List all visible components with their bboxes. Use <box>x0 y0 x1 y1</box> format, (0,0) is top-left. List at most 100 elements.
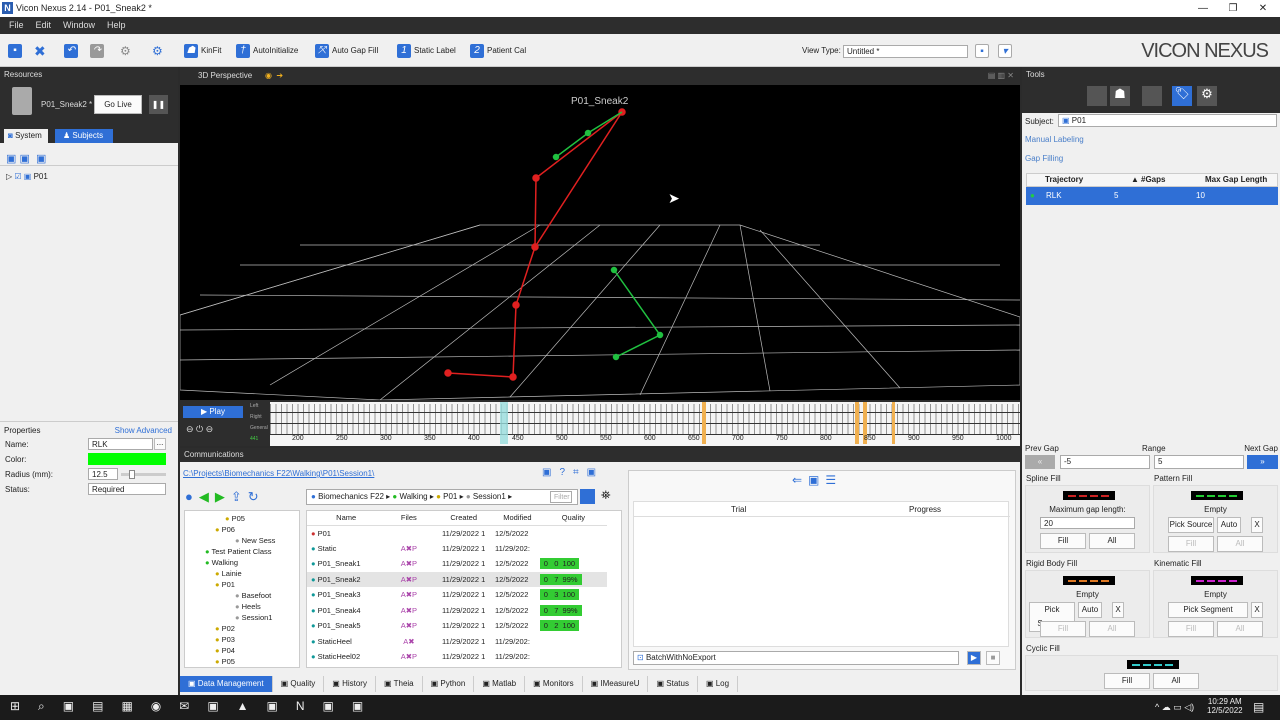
cyclic-fill-button[interactable]: Fill <box>1104 673 1150 689</box>
tab-data-management[interactable]: ▣ Data Management <box>180 676 273 692</box>
camera-icons[interactable]: ◉ ➔ <box>265 67 283 85</box>
subject-select[interactable]: ▣ P01 <box>1058 114 1277 127</box>
tree-node[interactable]: ● P03 <box>185 634 299 645</box>
column-header[interactable]: Files <box>385 511 432 525</box>
auto-gap-fill-button[interactable]: ⤧ Auto Gap Fill <box>315 43 378 59</box>
static-label-button[interactable]: 1 Static Label <box>397 43 456 59</box>
nav-buttons[interactable]: ●◀▶⇪↻ <box>185 489 265 505</box>
name-browse-button[interactable]: ... <box>154 438 166 450</box>
go-live-button[interactable]: Go Live <box>94 95 142 114</box>
project-path-link[interactable]: C:\Projects\Biomechanics F22\Walking\P01… <box>183 469 374 478</box>
tab-status[interactable]: ▣ Status <box>648 676 698 692</box>
color-swatch[interactable] <box>88 453 166 465</box>
rigid-clear-button[interactable]: X <box>1112 602 1124 618</box>
table-row[interactable]: ● P01_Sneak1 A✖P 11/29/2022 1 12/5/2022 0 0 … <box>307 556 607 572</box>
table-row[interactable]: ● Static A✖P 11/29/2022 1 11/29/202: <box>307 541 607 557</box>
notification-icon[interactable]: ▤ <box>1253 700 1264 714</box>
tray-icons[interactable]: ^ ☁ ▭ ◁) <box>1155 702 1194 713</box>
save-icon[interactable]: ▪ <box>8 43 22 59</box>
clock[interactable]: 10:29 AM 12/5/2022 <box>1207 697 1243 715</box>
next-gap-button[interactable]: » <box>1247 455 1278 469</box>
patient-cal-button[interactable]: 2 Patient Cal <box>470 43 526 59</box>
close-trial-icon[interactable]: ✖ <box>34 43 46 59</box>
trial-table[interactable]: Name Files Created Modified Quality ● P01 11/2… <box>306 510 622 668</box>
tree-node[interactable]: ● P01 <box>185 579 299 590</box>
reconstruct-icon[interactable]: ⚙ <box>120 43 131 59</box>
tree-node[interactable]: ● P05 <box>185 656 299 667</box>
redo-icon[interactable]: ↷ <box>90 43 104 59</box>
play-button[interactable]: ▶ Play <box>183 406 243 418</box>
run-pipeline-button[interactable]: ▶ <box>967 651 981 665</box>
batch-toolbar-icons[interactable]: ⇐▣☰ <box>792 473 842 487</box>
rigid-fill-button[interactable]: Fill <box>1040 621 1086 637</box>
tab-history[interactable]: ▣ History <box>324 676 376 692</box>
stop-pipeline-button[interactable]: ■ <box>986 651 1000 665</box>
column-header[interactable]: Created <box>432 511 495 525</box>
menu-edit[interactable]: Edit <box>36 20 52 30</box>
pipeline-select[interactable]: ⊡ BatchWithNoExport <box>633 651 959 665</box>
radius-field[interactable]: 12.5 <box>88 468 118 480</box>
view-options-icon[interactable]: ▾ <box>998 43 1012 59</box>
save-view-icon[interactable]: ▪ <box>975 43 989 59</box>
table-row[interactable]: ● StaticHeel02 A✖P 11/29/2022 1 11/29/202: <box>307 649 607 665</box>
kinematic-fill-button[interactable]: Fill <box>1168 621 1214 637</box>
max-gap-field[interactable]: 20 <box>1040 517 1135 529</box>
undo-icon[interactable]: ↶ <box>64 43 78 59</box>
tab-monitors[interactable]: ▣ Monitors <box>525 676 583 692</box>
minimize-button[interactable]: — <box>1188 0 1218 17</box>
tree-node[interactable]: ● Test Patient Class <box>185 546 299 557</box>
playback-controls[interactable]: ⊖ ⏻ ⊖ <box>186 424 213 435</box>
tree-node[interactable]: ● P04 <box>185 645 299 656</box>
tab-quality[interactable]: ▣ Quality <box>273 676 325 692</box>
tools-gear-icon[interactable]: ⚙ <box>1197 86 1217 106</box>
kinematic-clear-button[interactable]: X <box>1251 602 1263 618</box>
tree-node[interactable]: ● P06 <box>185 524 299 535</box>
subject-toolbar-icons[interactable]: ▣ ▣ ▣ <box>6 152 46 165</box>
pattern-all-button[interactable]: All <box>1217 536 1263 552</box>
table-row[interactable]: ● P01_Sneak3 A✖P 11/29/2022 1 12/5/2022 0 3 … <box>307 587 607 603</box>
table-row[interactable]: ● P01_Sneak2 A✖P 11/29/2022 1 12/5/2022 0 7 … <box>307 571 607 587</box>
export-icon[interactable] <box>580 489 595 504</box>
tree-node[interactable]: ● Heels <box>185 601 299 612</box>
pick-segment-button[interactable]: Pick Segment <box>1168 602 1248 618</box>
radius-slider[interactable] <box>121 470 166 479</box>
tools-subject-icon[interactable]: ☗ <box>1110 86 1130 106</box>
table-row[interactable]: ● P01 11/29/2022 1 12/5/2022 <box>307 525 607 541</box>
gap-filling-section[interactable]: Gap Filling <box>1025 154 1063 163</box>
gap-table-row[interactable]: ● RLK 5 10 <box>1026 187 1278 205</box>
kinfit-button[interactable]: ☗ KinFit <box>184 43 221 59</box>
column-header[interactable]: Quality <box>540 511 607 525</box>
column-header[interactable]: Name <box>307 511 385 525</box>
tools-label-icon[interactable]: 🏷 <box>1172 86 1192 106</box>
table-row[interactable]: ● StaticHeel A✖ 11/29/2022 1 11/29/202: <box>307 634 607 650</box>
timeline[interactable]: ▶ Play ⊖ ⏻ ⊖ Left Right General 441 200 2… <box>180 400 1020 446</box>
3d-perspective-view[interactable]: 3D Perspective ◉ ➔ ▤ ▥ ✕ P01_Sneak2 ➤ <box>180 67 1020 400</box>
pattern-auto-button[interactable]: Auto <box>1217 517 1241 533</box>
tab-system[interactable]: ◙ System <box>4 129 48 143</box>
spline-all-button[interactable]: All <box>1089 533 1135 549</box>
tree-node[interactable]: ● P02 <box>185 623 299 634</box>
pattern-clear-button[interactable]: X <box>1251 517 1263 533</box>
menu-file[interactable]: File <box>9 20 24 30</box>
tools-reconstruct-icon[interactable] <box>1087 86 1107 106</box>
close-button[interactable]: ✕ <box>1248 0 1278 17</box>
restore-button[interactable]: ❐ <box>1218 0 1248 17</box>
manual-labeling-section[interactable]: Manual Labeling <box>1025 135 1084 144</box>
table-row[interactable]: ● P01_Sneak4 A✖P 11/29/2022 1 12/5/2022 0 7 … <box>307 603 607 619</box>
spline-fill-button[interactable]: Fill <box>1040 533 1086 549</box>
tab-matlab[interactable]: ▣ Matlab <box>474 676 526 692</box>
rigid-all-button[interactable]: All <box>1089 621 1135 637</box>
tree-node[interactable]: ● Basefoot <box>185 590 299 601</box>
tab-theia[interactable]: ▣ Theia <box>376 676 423 692</box>
binoculars-icon[interactable]: ⛯ <box>601 488 611 503</box>
tree-node[interactable]: ● Lainie <box>185 568 299 579</box>
name-field[interactable]: RLK <box>88 438 153 450</box>
autoinitialize-button[interactable]: † AutoInitialize <box>236 43 298 59</box>
tree-item-p01[interactable]: ▷ ☑ ▣ P01 <box>6 172 48 181</box>
path-toolbar-icons[interactable]: ▣?⌗▣ <box>542 467 604 478</box>
tools-clapper-icon[interactable] <box>1142 86 1162 106</box>
tree-node[interactable]: ● Walking <box>185 557 299 568</box>
breadcrumb[interactable]: ● Biomechanics F22 ▸ ● Walking ▸ ● P01 ▸… <box>306 489 578 505</box>
menu-help[interactable]: Help <box>107 20 126 30</box>
pick-source-button[interactable]: Pick Source <box>1168 517 1214 533</box>
